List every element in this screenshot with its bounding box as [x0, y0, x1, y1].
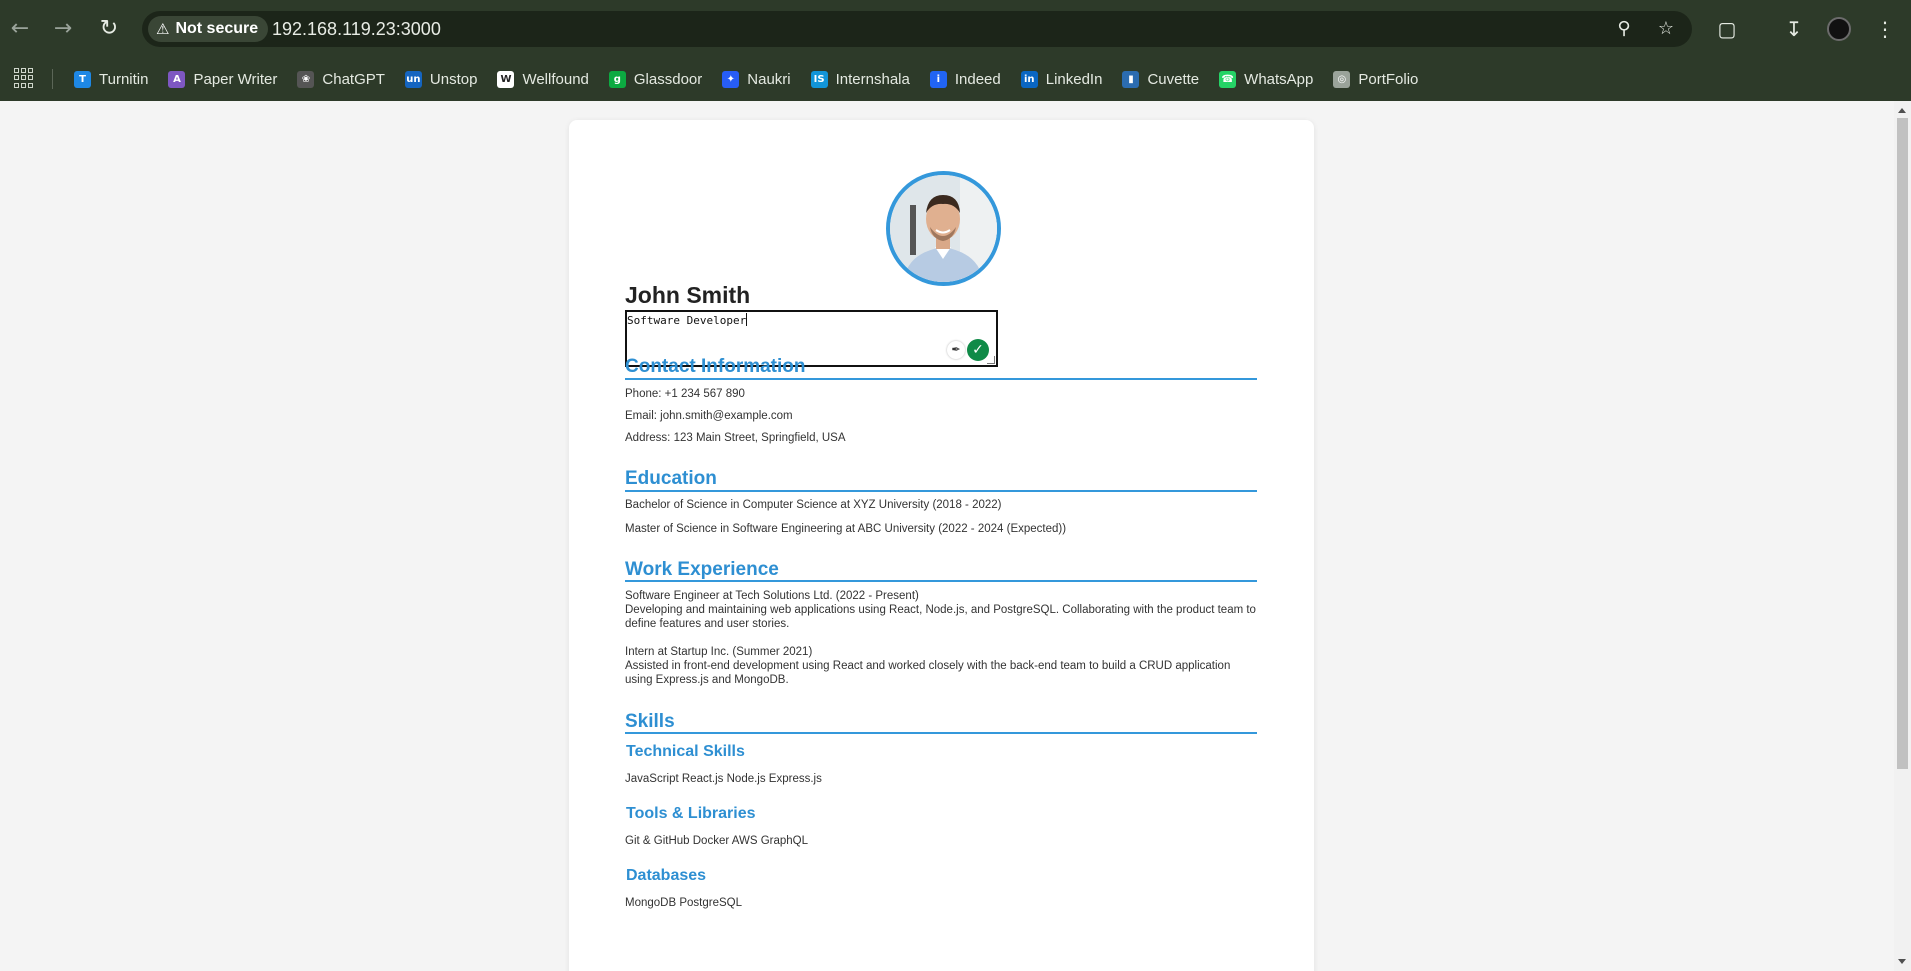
bookmark-item[interactable]: ✦ Naukri — [722, 71, 791, 88]
whatsapp-icon: ☎ — [1219, 71, 1237, 88]
browser-chrome: ← → ↻ ⚠ Not secure 192.168.119.23:3000 ⚲… — [0, 0, 1911, 101]
zoom-icon[interactable]: ⚲ — [1612, 17, 1636, 41]
bookmark-label: Paper Writer — [193, 71, 278, 88]
globe-icon: ◎ — [1333, 71, 1351, 88]
bookmark-item[interactable]: A Paper Writer — [168, 71, 277, 88]
pen-icon[interactable]: ✒ — [947, 341, 965, 359]
bookmark-label: PortFolio — [1358, 71, 1419, 88]
bookmark-label: Unstop — [429, 71, 478, 88]
technical-skills-heading: Technical Skills — [626, 743, 745, 760]
resume-name: John Smith — [625, 282, 751, 308]
bookmark-item[interactable]: g Glassdoor — [608, 71, 703, 88]
profile-avatar[interactable] — [1827, 17, 1851, 41]
security-chip[interactable]: ⚠ Not secure — [148, 16, 269, 42]
bookmark-label: Naukri — [747, 71, 791, 88]
paper-writer-icon: A — [168, 71, 186, 88]
browser-toolbar: ← → ↻ ⚠ Not secure 192.168.119.23:3000 ⚲… — [0, 0, 1911, 58]
work-description: Assisted in front-end development using … — [625, 660, 1231, 686]
work-divider — [625, 580, 1257, 582]
work-description: Developing and maintaining web applicati… — [625, 604, 1256, 630]
work-role: Intern at Startup Inc. (Summer 2021) — [625, 646, 813, 658]
linkedin-icon: in — [1020, 71, 1038, 88]
cuvette-icon: ▮ — [1122, 71, 1140, 88]
bookmark-label: Wellfound — [522, 71, 589, 88]
indeed-icon: i — [929, 71, 947, 88]
skills-divider — [625, 732, 1257, 734]
contact-email: Email: john.smith@example.com — [625, 410, 793, 422]
profile-photo — [886, 171, 1001, 286]
scroll-thumb[interactable] — [1897, 118, 1908, 769]
apps-grid-icon[interactable] — [14, 68, 34, 88]
work-role: Software Engineer at Tech Solutions Ltd.… — [625, 590, 919, 602]
contact-heading: Contact Information — [625, 356, 806, 377]
scroll-down-icon[interactable] — [1898, 959, 1906, 964]
bookmark-item[interactable]: ❀ ChatGPT — [297, 71, 385, 88]
wellfound-icon: W — [497, 71, 515, 88]
security-label: Not secure — [175, 20, 259, 37]
databases-list: MongoDB PostgreSQL — [625, 897, 742, 909]
bookmark-item[interactable]: ◎ PortFolio — [1333, 71, 1418, 88]
education-item: Master of Science in Software Engineerin… — [625, 523, 1067, 535]
education-divider — [625, 490, 1257, 492]
turnitin-icon: T — [74, 71, 91, 88]
bookmark-item[interactable]: IS Internshala — [810, 71, 910, 88]
bookmark-star-icon[interactable]: ☆ — [1654, 17, 1678, 41]
unstop-icon: un — [404, 71, 422, 88]
technical-skills-list: JavaScript React.js Node.js Express.js — [625, 773, 822, 785]
back-icon[interactable]: ← — [5, 14, 35, 44]
bookmarks-bar: T Turnitin A Paper Writer ❀ ChatGPT un Unstop W W… — [0, 58, 1911, 101]
text-caret — [746, 313, 748, 326]
internshala-icon: IS — [810, 71, 828, 88]
download-icon[interactable]: ↧ — [1779, 14, 1809, 44]
bookmark-label: Turnitin — [99, 71, 149, 88]
warning-icon: ⚠ — [156, 20, 170, 38]
contact-address: Address: 123 Main Street, Springfield, U… — [625, 432, 846, 444]
page-viewport: John Smith Software Developer ✒ ✓ Contac… — [0, 101, 1894, 971]
bookmark-item[interactable]: W Wellfound — [497, 71, 589, 88]
naukri-icon: ✦ — [722, 71, 740, 88]
check-icon[interactable]: ✓ — [967, 339, 989, 361]
tools-heading: Tools & Libraries — [626, 805, 756, 822]
bookmark-item[interactable]: ▮ Cuvette — [1122, 71, 1199, 88]
chatgpt-icon: ❀ — [297, 71, 315, 88]
resume-card: John Smith Software Developer ✒ ✓ Contac… — [569, 120, 1314, 971]
bookmark-item[interactable]: T Turnitin — [74, 71, 148, 88]
databases-heading: Databases — [626, 867, 707, 884]
bookmark-label: Glassdoor — [633, 71, 703, 88]
bookmark-label: Cuvette — [1147, 71, 1200, 88]
tools-list: Git & GitHub Docker AWS GraphQL — [625, 835, 808, 847]
bookmark-label: ChatGPT — [322, 71, 385, 88]
extensions-icon[interactable]: ▢ — [1712, 14, 1742, 44]
glassdoor-icon: g — [608, 71, 626, 88]
bookmark-label: Indeed — [954, 71, 1001, 88]
address-bar[interactable]: ⚠ Not secure 192.168.119.23:3000 ⚲ ☆ — [142, 11, 1692, 47]
bookmark-item[interactable]: un Unstop — [404, 71, 478, 88]
bookmark-label: WhatsApp — [1244, 71, 1314, 88]
menu-icon[interactable]: ⋮ — [1870, 14, 1900, 44]
work-heading: Work Experience — [625, 559, 779, 580]
reload-icon[interactable]: ↻ — [94, 14, 124, 44]
bookmark-item[interactable]: ☎ WhatsApp — [1219, 71, 1313, 88]
title-text: Software Developer — [627, 314, 747, 327]
skills-heading: Skills — [625, 711, 675, 732]
resize-handle[interactable] — [987, 356, 995, 364]
bookmark-label: LinkedIn — [1045, 71, 1103, 88]
bookmark-item[interactable]: i Indeed — [929, 71, 1001, 88]
contact-phone: Phone: +1 234 567 890 — [625, 388, 745, 400]
url-text[interactable]: 192.168.119.23:3000 — [272, 19, 441, 40]
page-scrollbar[interactable] — [1894, 101, 1911, 971]
bookmark-list: T Turnitin A Paper Writer ❀ ChatGPT un Unstop W W… — [74, 58, 1438, 101]
contact-divider — [625, 378, 1257, 380]
bookmarks-divider — [52, 69, 53, 89]
bookmark-item[interactable]: in LinkedIn — [1020, 71, 1103, 88]
education-heading: Education — [625, 468, 717, 489]
scroll-up-icon[interactable] — [1898, 108, 1906, 113]
forward-icon[interactable]: → — [48, 14, 78, 44]
bookmark-label: Internshala — [835, 71, 910, 88]
education-item: Bachelor of Science in Computer Science … — [625, 499, 1002, 511]
